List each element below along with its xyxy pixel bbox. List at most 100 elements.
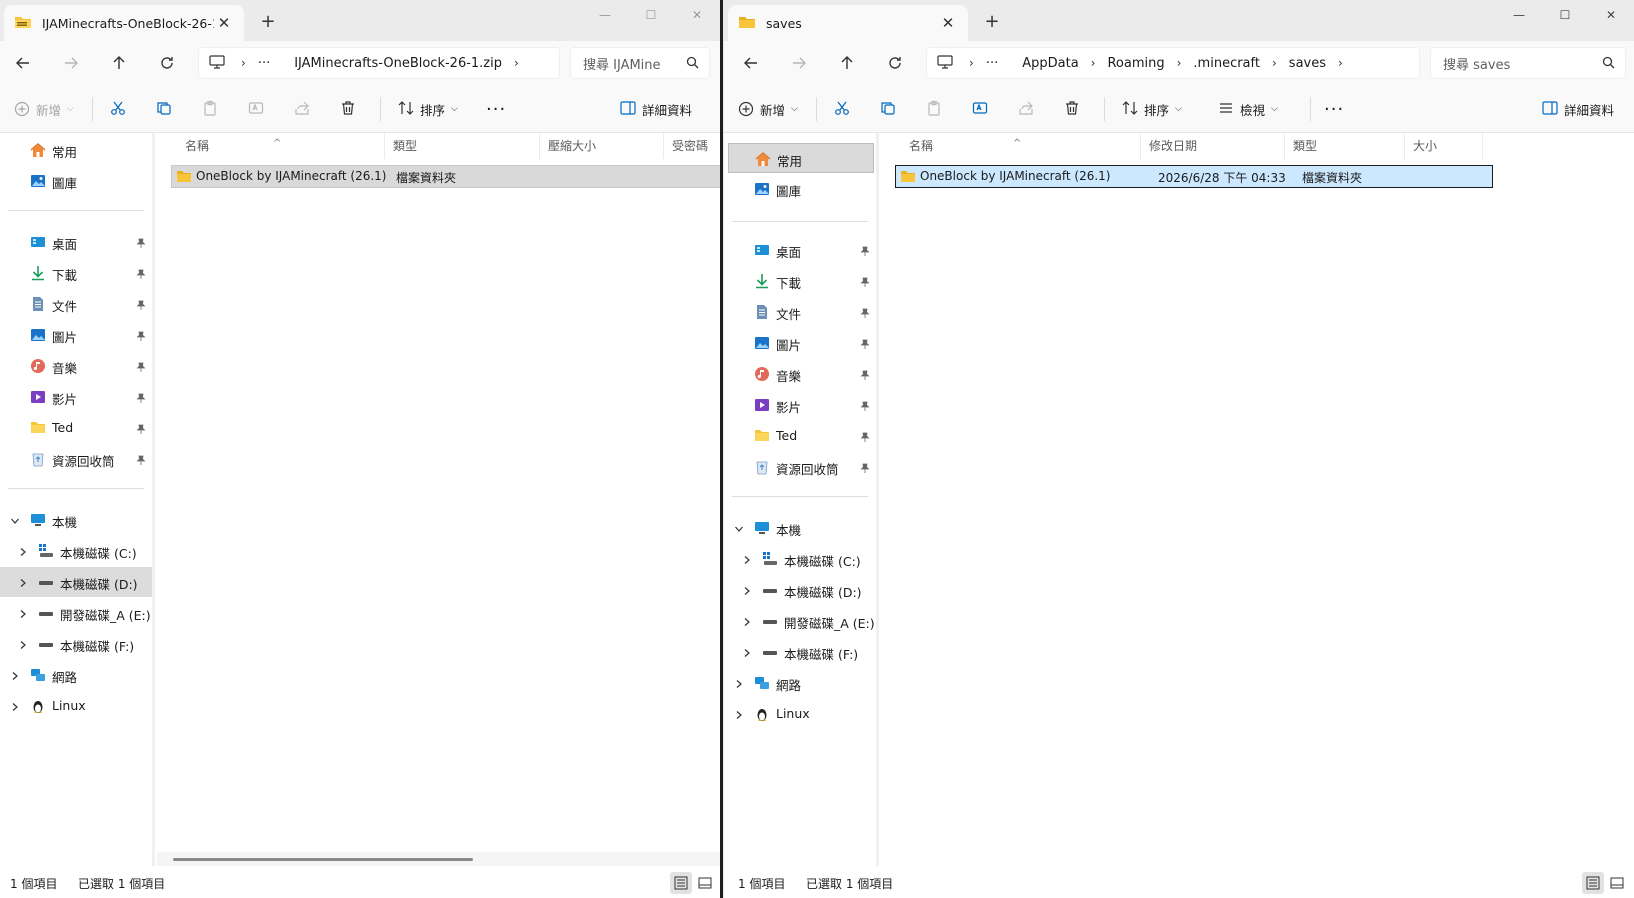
refresh-button[interactable] — [154, 51, 180, 75]
sidebar-item-drive-f[interactable]: 本機磁碟 (F:) — [0, 629, 152, 659]
search-input[interactable]: 搜尋 IJAMine — [570, 47, 710, 79]
sidebar-scrollbar[interactable] — [152, 133, 155, 866]
share-button[interactable] — [294, 97, 310, 121]
pin-icon[interactable] — [136, 453, 146, 468]
sidebar-item-drive-e[interactable]: 開發磁碟_A (E:) — [0, 598, 152, 628]
pin-icon[interactable] — [860, 461, 870, 476]
chevron-right-icon[interactable] — [10, 700, 20, 715]
breadcrumb-saves[interactable]: saves — [1289, 56, 1326, 71]
search-input[interactable]: 搜尋 saves — [1430, 47, 1626, 79]
sidebar-item-linux[interactable]: Linux — [724, 699, 876, 729]
address-bar[interactable]: › ··· IJAMinecrafts-OneBlock-26-1.zip › — [198, 47, 560, 79]
table-row[interactable]: OneBlock by IJAMinecraft (26.1) 2026/6/2… — [895, 165, 1493, 188]
chevron-right-icon[interactable] — [734, 677, 744, 692]
details-view-icon[interactable] — [670, 872, 692, 894]
sidebar-item-recycle-bin[interactable]: 資源回收筒 — [0, 444, 152, 474]
sidebar-item-network[interactable]: 網路 — [0, 660, 152, 690]
chevron-right-icon[interactable]: › — [1338, 56, 1343, 70]
tab-zip[interactable]: IJAMinecrafts-OneBlock-26-1.zip ✕ — [4, 5, 244, 41]
address-bar[interactable]: › ··· AppData › Roaming › .minecraft › s… — [926, 47, 1420, 79]
pin-icon[interactable] — [860, 337, 870, 352]
close-tab-icon[interactable]: ✕ — [214, 14, 234, 32]
chevron-right-icon[interactable]: › — [1272, 56, 1277, 70]
sidebar-scrollbar[interactable] — [876, 133, 879, 866]
refresh-button[interactable] — [882, 51, 908, 75]
pin-icon[interactable] — [136, 360, 146, 375]
breadcrumb-zip[interactable]: IJAMinecrafts-OneBlock-26-1.zip — [294, 56, 502, 71]
pin-icon[interactable] — [860, 306, 870, 321]
rename-button[interactable] — [248, 97, 264, 121]
chevron-right-icon[interactable] — [742, 646, 752, 661]
pin-icon[interactable] — [136, 391, 146, 406]
pin-icon[interactable] — [860, 275, 870, 290]
new-tab-button[interactable]: + — [256, 10, 280, 34]
chevron-right-icon[interactable] — [18, 607, 28, 622]
share-button[interactable] — [1018, 97, 1034, 121]
new-button[interactable]: 新增 ⌵ — [738, 97, 798, 121]
sidebar-item-videos[interactable]: 影片 — [0, 382, 152, 412]
forward-button[interactable] — [58, 51, 84, 75]
sidebar-item-linux[interactable]: Linux — [0, 691, 152, 721]
chevron-down-icon[interactable] — [734, 522, 744, 537]
paste-button[interactable] — [202, 97, 218, 121]
column-header-password[interactable]: 受密碼 — [664, 133, 720, 159]
chevron-right-icon[interactable] — [742, 584, 752, 599]
more-crumbs[interactable]: ··· — [986, 56, 998, 71]
column-header-name[interactable]: 名稱 ^ — [177, 133, 385, 159]
horizontal-scrollbar-thumb[interactable] — [173, 858, 473, 861]
sidebar-item-ted[interactable]: Ted — [0, 413, 152, 443]
chevron-down-icon[interactable] — [10, 514, 20, 529]
maximize-icon[interactable]: ☐ — [1542, 0, 1588, 30]
pin-icon[interactable] — [136, 267, 146, 282]
sidebar-item-drive-c[interactable]: 本機磁碟 (C:) — [724, 544, 876, 574]
sidebar-item-pictures[interactable]: 圖片 — [0, 320, 152, 350]
column-header-compressed-size[interactable]: 壓縮大小 — [540, 133, 664, 159]
tiles-view-icon[interactable] — [694, 872, 716, 894]
more-crumbs[interactable]: ··· — [258, 56, 270, 71]
pin-icon[interactable] — [136, 236, 146, 251]
pin-icon[interactable] — [860, 368, 870, 383]
table-row[interactable]: OneBlock by IJAMinecraft (26.1) 檔案資料夾 — [171, 165, 720, 188]
sidebar-item-videos[interactable]: 影片 — [724, 390, 876, 420]
column-header-type[interactable]: 類型 — [1285, 133, 1405, 159]
more-options-button[interactable]: ··· — [1324, 97, 1344, 121]
copy-button[interactable] — [880, 97, 896, 121]
chevron-right-icon[interactable] — [742, 553, 752, 568]
sidebar-item-drive-d[interactable]: 本機磁碟 (D:) — [724, 575, 876, 605]
minimize-icon[interactable]: — — [1496, 0, 1542, 30]
close-tab-icon[interactable]: ✕ — [938, 14, 958, 32]
back-button[interactable] — [10, 51, 36, 75]
sidebar-item-documents[interactable]: 文件 — [724, 297, 876, 327]
column-header-size[interactable]: 大小 — [1405, 133, 1483, 159]
breadcrumb-roaming[interactable]: Roaming — [1107, 56, 1164, 71]
breadcrumb-minecraft[interactable]: .minecraft — [1193, 56, 1260, 71]
column-header-name[interactable]: 名稱 ^ — [901, 133, 1141, 159]
sidebar-item-this-pc[interactable]: 本機 — [724, 513, 876, 543]
sort-button[interactable]: 排序 ⌵ — [1122, 97, 1182, 121]
view-button[interactable]: 檢視 ⌵ — [1218, 97, 1278, 121]
sidebar-item-downloads[interactable]: 下載 — [724, 266, 876, 296]
sidebar-item-gallery[interactable]: 圖庫 — [0, 166, 152, 196]
details-pane-button[interactable]: 詳細資料 — [1542, 97, 1614, 121]
new-tab-button[interactable]: + — [980, 10, 1004, 34]
pin-icon[interactable] — [860, 399, 870, 414]
pin-icon[interactable] — [136, 298, 146, 313]
horizontal-scrollbar-track[interactable] — [157, 852, 720, 866]
breadcrumb-appdata[interactable]: AppData — [1022, 56, 1078, 71]
sidebar-item-music[interactable]: 音樂 — [0, 351, 152, 381]
sidebar-item-network[interactable]: 網路 — [724, 668, 876, 698]
chevron-right-icon[interactable]: › — [514, 56, 519, 70]
copy-button[interactable] — [156, 97, 172, 121]
column-header-type[interactable]: 類型 — [385, 133, 540, 159]
chevron-right-icon[interactable]: › — [1177, 56, 1182, 70]
cut-button[interactable] — [834, 97, 850, 121]
sidebar-item-pictures[interactable]: 圖片 — [724, 328, 876, 358]
pin-icon[interactable] — [136, 329, 146, 344]
sidebar-item-drive-d[interactable]: 本機磁碟 (D:) — [0, 567, 152, 597]
sidebar-item-downloads[interactable]: 下載 — [0, 258, 152, 288]
pin-icon[interactable] — [136, 422, 146, 437]
sidebar-item-music[interactable]: 音樂 — [724, 359, 876, 389]
delete-button[interactable] — [340, 97, 356, 121]
tiles-view-icon[interactable] — [1606, 872, 1628, 894]
rename-button[interactable] — [972, 97, 988, 121]
